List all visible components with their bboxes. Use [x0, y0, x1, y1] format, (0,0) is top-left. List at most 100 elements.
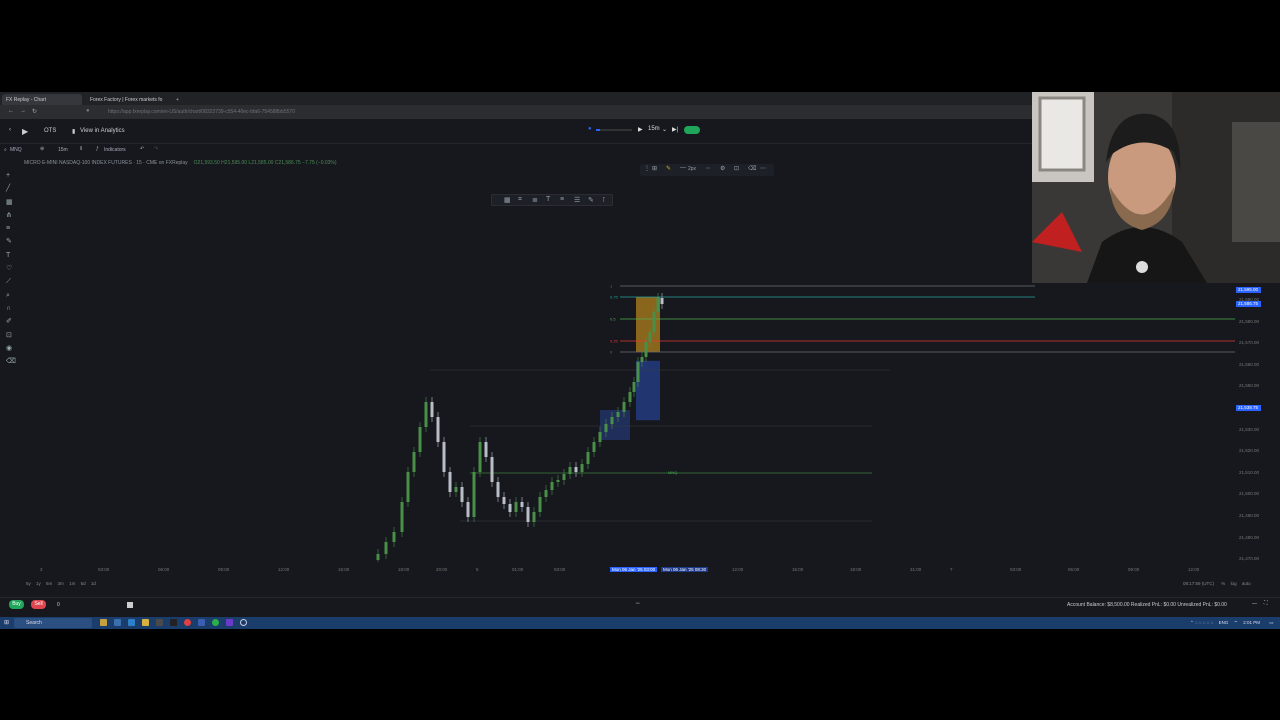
layers-icon[interactable]: ≣: [532, 196, 538, 204]
edge-icon[interactable]: [128, 619, 135, 626]
zoom-icon[interactable]: ⌕: [6, 292, 14, 300]
whatsapp-icon[interactable]: [212, 619, 219, 626]
tray-clock[interactable]: 2:01 PM: [1243, 620, 1260, 625]
brush-icon[interactable]: ✎: [6, 238, 14, 246]
quantity-field[interactable]: 0: [57, 602, 60, 608]
browser-tab-fxreplay[interactable]: FX Replay - Chart: [2, 94, 82, 105]
app-back-icon[interactable]: ‹: [9, 127, 11, 133]
trendline-icon[interactable]: ╱: [6, 185, 14, 193]
interval-button[interactable]: 15m: [58, 147, 68, 153]
store-icon[interactable]: [156, 619, 163, 626]
text-tool-icon[interactable]: T: [546, 196, 550, 203]
range-button-3m[interactable]: 3m: [58, 581, 70, 586]
obs-icon[interactable]: [170, 619, 177, 626]
align-icon[interactable]: ≡: [560, 196, 564, 203]
tray-icons[interactable]: ⌃ ◌ ◌ ◌ ◌ ◌: [1190, 620, 1213, 625]
folder-icon[interactable]: [142, 619, 149, 626]
taskview-icon[interactable]: [114, 619, 121, 626]
chart-canvas[interactable]: 10.750.50.250 MNQ ᵀᵛ: [20, 242, 1235, 562]
price-badge: 21,538.75: [1236, 405, 1261, 411]
quantity-stepper[interactable]: [127, 602, 133, 608]
line-color-icon[interactable]: ✎: [666, 165, 671, 172]
pencil-lock-icon[interactable]: ✐: [6, 318, 14, 326]
language-indicator[interactable]: ENG: [1219, 620, 1229, 625]
pen-icon[interactable]: ✎: [588, 196, 594, 204]
minimize-icon[interactable]: —: [1252, 601, 1257, 607]
line-width-value[interactable]: 2px: [688, 166, 696, 172]
sell-button[interactable]: Sell: [31, 600, 46, 609]
range-button-6m[interactable]: 6m: [46, 581, 58, 586]
symbol-button[interactable]: MNQ: [10, 147, 22, 153]
time-tick: 15:00: [792, 567, 804, 572]
undo-icon[interactable]: ↶: [140, 146, 144, 152]
discord-icon[interactable]: [226, 619, 233, 626]
time-tick: 15:00: [338, 567, 350, 572]
replay-toggle[interactable]: [684, 126, 700, 134]
ruler-icon[interactable]: ⟋: [6, 278, 14, 286]
notification-icon[interactable]: ▭: [1269, 620, 1273, 625]
chrome-icon[interactable]: [184, 619, 191, 626]
log-scale-toggle[interactable]: log: [1231, 581, 1237, 586]
windows-start-icon[interactable]: ⊞: [4, 619, 9, 626]
fib-icon[interactable]: ≡: [6, 225, 14, 233]
trash-icon[interactable]: ⌫: [6, 358, 16, 366]
candle-body: [660, 298, 664, 304]
browser-tab-forexfactory[interactable]: Forex Factory | Forex markets fo: [86, 94, 170, 105]
replay-progress[interactable]: [596, 129, 632, 131]
chevron-down-icon[interactable]: ⌄: [662, 126, 667, 133]
heart-icon[interactable]: ♡: [6, 265, 14, 273]
text-icon[interactable]: T: [6, 252, 14, 260]
add-symbol-icon[interactable]: ⊕: [40, 146, 44, 152]
taskbar-search[interactable]: Search: [14, 618, 92, 628]
view-analytics-link[interactable]: View in Analytics: [80, 128, 125, 134]
lock-icon-draw[interactable]: ⊡: [734, 165, 739, 172]
magnet-icon[interactable]: ∩: [6, 305, 14, 313]
new-tab-button[interactable]: +: [172, 94, 183, 105]
indicators-button[interactable]: Indicators: [104, 147, 126, 153]
file-explorer-icon[interactable]: [100, 619, 107, 626]
eye-icon[interactable]: ◉: [6, 345, 14, 353]
fullscreen-icon[interactable]: ⛶: [1264, 600, 1268, 606]
price-tick: 21,510.00: [1239, 469, 1260, 475]
line-style-icon[interactable]: ┄: [706, 165, 710, 172]
grid-tool-icon[interactable]: ▦: [6, 199, 14, 207]
symbol-search-icon[interactable]: ⌕: [4, 147, 7, 153]
percent-scale-toggle[interactable]: %: [1221, 581, 1225, 586]
app-icon[interactable]: [198, 619, 205, 626]
pitchfork-icon[interactable]: ⋔: [6, 212, 14, 220]
table-icon[interactable]: ▦: [504, 196, 511, 204]
legend-title: MICRO E-MINI NASDAQ-100 INDEX FUTURES · …: [24, 160, 188, 166]
delete-icon[interactable]: ⌫: [748, 165, 756, 172]
replay-handle[interactable]: ●: [588, 126, 592, 132]
line-width-icon[interactable]: ―: [680, 165, 686, 171]
redo-icon[interactable]: ↷: [154, 146, 158, 152]
more-icon[interactable]: ⋯: [760, 165, 766, 172]
range-button-1y[interactable]: 1y: [36, 581, 46, 586]
crosshair-icon[interactable]: +: [6, 172, 14, 180]
range-button-1d[interactable]: 1d: [91, 581, 96, 586]
template-icon[interactable]: ⊞: [652, 165, 657, 172]
tray-wifi-icon[interactable]: ⌔: [1234, 620, 1238, 625]
frame-icon[interactable]: ⌗: [518, 196, 522, 204]
step-forward-button[interactable]: ▶|: [672, 126, 678, 133]
lock-tool-icon[interactable]: ⊡: [6, 332, 14, 340]
replay-speed[interactable]: 15m: [648, 126, 660, 132]
panel-resize-handle[interactable]: ═: [636, 601, 640, 607]
forward-icon[interactable]: →: [20, 108, 26, 114]
play-button[interactable]: ▶: [638, 126, 643, 133]
auto-scale-toggle[interactable]: auto: [1242, 581, 1251, 586]
drag-handle-icon[interactable]: ⋮: [644, 165, 650, 172]
play-icon[interactable]: ▶: [22, 127, 28, 136]
range-button-5d[interactable]: 5d: [81, 581, 91, 586]
range-button-5y[interactable]: 5y: [26, 581, 36, 586]
reload-icon[interactable]: ↻: [32, 108, 37, 115]
chart-type-icon[interactable]: ⫴: [80, 146, 82, 152]
url-field[interactable]: https://app.fxreplay.com/en-US/auth/char…: [108, 109, 295, 115]
cortana-icon[interactable]: [240, 619, 247, 626]
buy-button[interactable]: Buy: [9, 600, 24, 609]
back-icon[interactable]: ←: [8, 108, 14, 114]
distribute-icon[interactable]: ☰: [574, 196, 580, 204]
measure-icon[interactable]: ⊺: [602, 196, 606, 204]
range-button-1m[interactable]: 1m: [69, 581, 81, 586]
settings-icon[interactable]: ⚙: [720, 165, 725, 172]
